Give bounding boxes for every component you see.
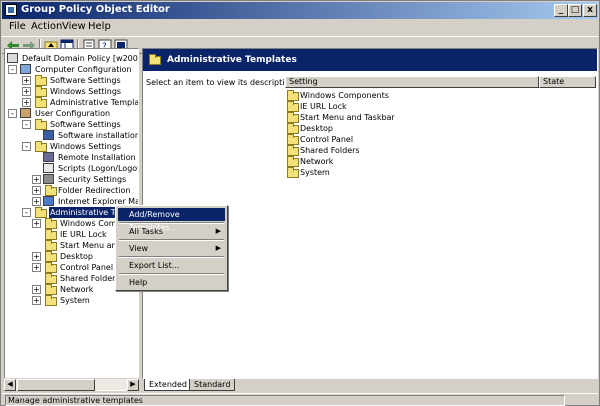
- maximize-button[interactable]: □: [568, 4, 582, 17]
- menu-action[interactable]: Action: [31, 21, 62, 32]
- folder-icon: [45, 251, 57, 262]
- close-button[interactable]: x: [583, 4, 597, 17]
- user-icon: [20, 108, 31, 118]
- folder-icon: [35, 141, 47, 152]
- menu-bar: File Action View Help: [2, 19, 598, 35]
- menu-item-all-tasks[interactable]: All Tasks ▶: [118, 225, 225, 238]
- description-text: Select an item to view its description.: [146, 78, 297, 87]
- ie-icon: [43, 196, 54, 206]
- expand-icon[interactable]: +: [32, 296, 41, 305]
- folder-icon: [45, 273, 57, 284]
- tab-standard[interactable]: Standard: [189, 379, 236, 391]
- menu-help[interactable]: Help: [88, 21, 111, 32]
- folder-icon: [287, 145, 299, 156]
- collapse-icon[interactable]: -: [22, 142, 31, 151]
- expand-icon[interactable]: +: [32, 219, 41, 228]
- scroll-left-icon[interactable]: ◀: [4, 379, 16, 391]
- folder-icon: [35, 97, 47, 108]
- submenu-arrow-icon: ▶: [215, 227, 221, 235]
- folder-icon: [45, 229, 57, 240]
- software-install-icon: [43, 130, 54, 140]
- policy-icon: [7, 53, 18, 63]
- folder-icon: [35, 75, 47, 86]
- scroll-right-icon[interactable]: ▶: [127, 379, 139, 391]
- folder-icon: [287, 123, 299, 134]
- app-icon: [5, 4, 17, 16]
- menu-item-view[interactable]: View ▶: [118, 242, 225, 255]
- details-title: Administrative Templates: [167, 55, 297, 65]
- expand-icon[interactable]: +: [32, 263, 41, 272]
- submenu-arrow-icon: ▶: [215, 244, 221, 252]
- expand-icon[interactable]: +: [22, 98, 31, 107]
- menu-item-help[interactable]: Help: [118, 276, 225, 289]
- folder-icon: [45, 284, 57, 295]
- menu-file[interactable]: File: [9, 21, 26, 32]
- tab-extended[interactable]: Extended: [144, 379, 192, 391]
- view-tabs: Extended Standard: [142, 379, 598, 392]
- folder-icon: [287, 156, 299, 167]
- computer-icon: [20, 64, 31, 74]
- folder-icon: [45, 185, 57, 196]
- menu-item-add-remove-templates[interactable]: Add/Remove Templates...: [118, 208, 225, 232]
- tree-horizontal-scrollbar[interactable]: ◀ ▶: [4, 378, 139, 391]
- folder-icon: [35, 86, 47, 97]
- expand-icon[interactable]: +: [22, 87, 31, 96]
- status-bar: Manage administrative templates: [2, 393, 598, 406]
- expand-icon[interactable]: +: [32, 197, 41, 206]
- menu-separator: [119, 222, 224, 224]
- title-bar: Group Policy Object Editor _ □ x: [2, 2, 598, 19]
- expand-icon[interactable]: +: [32, 175, 41, 184]
- security-icon: [43, 174, 54, 184]
- menu-item-label: View: [129, 244, 148, 253]
- status-text: Manage administrative templates: [5, 395, 565, 406]
- collapse-icon[interactable]: -: [8, 109, 17, 118]
- scripts-icon: [43, 163, 54, 173]
- scroll-thumb[interactable]: [17, 379, 95, 391]
- collapse-icon[interactable]: -: [22, 120, 31, 129]
- collapse-icon[interactable]: -: [22, 208, 31, 217]
- folder-icon: [35, 207, 47, 218]
- folder-icon: [35, 119, 47, 130]
- expand-icon[interactable]: +: [32, 186, 41, 195]
- menu-view[interactable]: View: [62, 21, 86, 32]
- expand-icon[interactable]: +: [32, 252, 41, 261]
- expand-icon[interactable]: +: [32, 285, 41, 294]
- folder-icon: [45, 295, 57, 306]
- folder-icon: [45, 262, 57, 273]
- menu-item-label: All Tasks: [129, 227, 163, 236]
- menu-separator: [119, 239, 224, 241]
- context-menu: Add/Remove Templates... All Tasks ▶ View…: [115, 205, 228, 291]
- folder-icon: [287, 90, 299, 101]
- window-title: Group Policy Object Editor: [21, 4, 170, 15]
- menu-item-export-list[interactable]: Export List...: [118, 259, 225, 272]
- collapse-icon[interactable]: -: [8, 65, 17, 74]
- details-header: Administrative Templates: [143, 49, 597, 71]
- folder-icon: [45, 218, 57, 229]
- menu-separator: [119, 256, 224, 258]
- folder-icon: [45, 240, 57, 251]
- menu-separator: [119, 273, 224, 275]
- minimize-button[interactable]: _: [554, 4, 568, 17]
- folder-icon: [149, 54, 161, 65]
- folder-icon: [287, 112, 299, 123]
- folder-icon: [287, 101, 299, 112]
- folder-icon: [287, 167, 299, 178]
- column-header-state[interactable]: State: [539, 76, 596, 88]
- app-window: Group Policy Object Editor _ □ x File Ac…: [0, 0, 600, 406]
- folder-icon: [287, 134, 299, 145]
- column-header-setting[interactable]: Setting: [285, 76, 539, 88]
- remote-install-icon: [43, 152, 54, 162]
- expand-icon[interactable]: +: [22, 76, 31, 85]
